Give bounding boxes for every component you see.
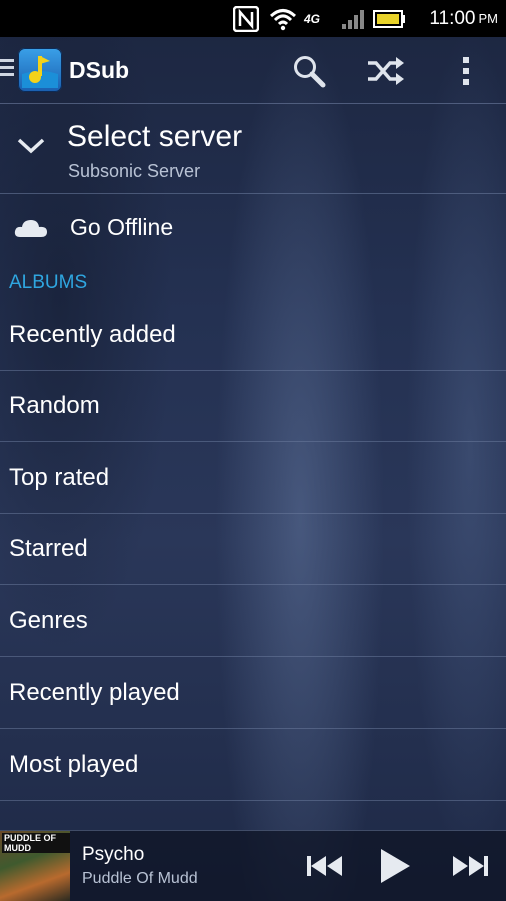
play-icon[interactable] — [372, 843, 418, 889]
4g-icon: 4G — [304, 11, 321, 26]
list-item-label: Recently played — [9, 679, 180, 706]
list-item-label: Random — [9, 392, 100, 419]
battery-icon — [373, 0, 407, 37]
clock-ampm: PM — [478, 11, 499, 26]
list-item-label: Starred — [9, 535, 88, 562]
signal-icon — [341, 0, 367, 37]
go-offline-item[interactable]: Go Offline — [0, 194, 506, 260]
previous-icon[interactable] — [302, 843, 348, 889]
albums-section-header: ALBUMS — [9, 272, 88, 293]
list-item-label: Recently added — [9, 321, 176, 348]
album-item-genres[interactable]: Genres — [0, 585, 506, 657]
album-cover[interactable]: PUDDLE OF MUDD — [0, 831, 70, 901]
album-item-recently-added[interactable]: Recently added — [0, 299, 506, 371]
now-playing-title: Psycho — [82, 844, 145, 865]
now-playing-artist: Puddle Of Mudd — [82, 870, 198, 887]
list-item-label: Most played — [9, 751, 139, 778]
wifi-icon — [269, 0, 297, 37]
chevron-down-icon — [16, 136, 46, 160]
album-item-starred[interactable]: Starred — [0, 513, 506, 585]
list-item-label: Genres — [9, 607, 88, 634]
server-title: Select server — [67, 120, 243, 153]
clock: 11:00 PM — [429, 0, 498, 37]
list-item-label: Top rated — [9, 464, 110, 491]
action-bar: DSub — [0, 37, 506, 104]
album-item-random[interactable]: Random — [0, 370, 506, 442]
go-offline-label: Go Offline — [70, 214, 174, 240]
search-icon[interactable] — [287, 49, 331, 93]
server-subtitle: Subsonic Server — [68, 161, 201, 181]
app-logo-icon[interactable] — [18, 48, 62, 92]
album-item-top-rated[interactable]: Top rated — [0, 442, 506, 514]
now-playing-bar[interactable]: PUDDLE OF MUDD Psycho Puddle Of Mudd — [0, 830, 506, 901]
next-icon[interactable] — [447, 843, 493, 889]
clock-time: 11:00 — [429, 7, 476, 29]
server-selector[interactable]: Select server Subsonic Server — [0, 104, 506, 194]
app-title: DSub — [69, 57, 130, 83]
album-cover-text: PUDDLE OF MUDD — [2, 833, 70, 853]
nfc-icon — [233, 0, 259, 37]
menu-icon[interactable] — [0, 59, 14, 81]
overflow-icon[interactable] — [444, 49, 488, 93]
shuffle-icon[interactable] — [364, 49, 408, 93]
album-item-recently-played[interactable]: Recently played — [0, 657, 506, 729]
status-bar: 4G 11:00 PM — [0, 0, 506, 37]
album-item-most-played[interactable]: Most played — [0, 729, 506, 801]
cloud-icon — [14, 218, 48, 242]
